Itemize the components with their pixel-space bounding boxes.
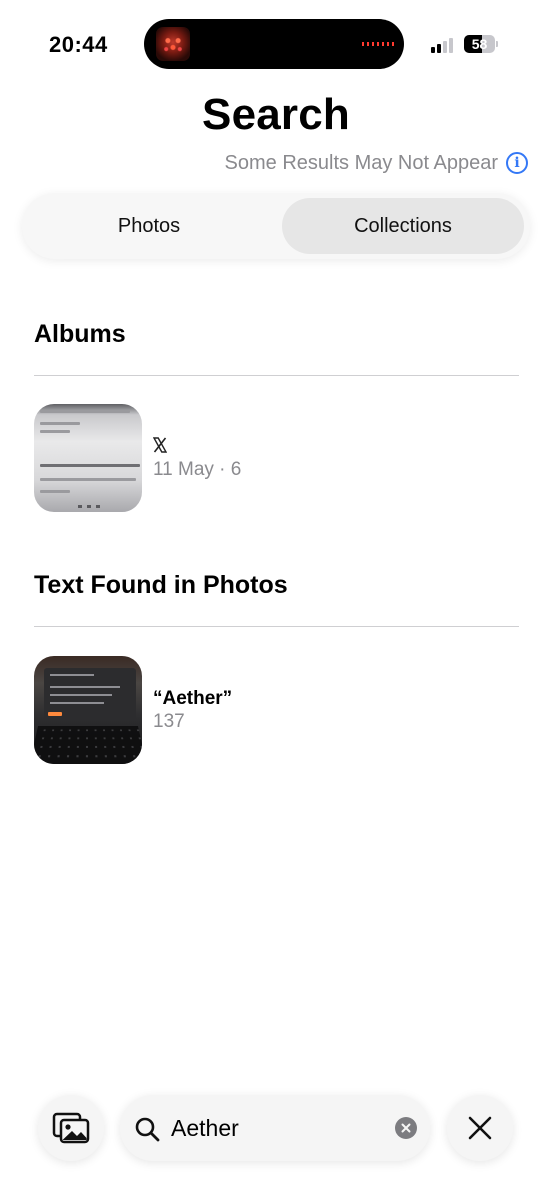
text-found-divider: [34, 626, 519, 627]
photo-library-icon: [52, 1112, 90, 1144]
search-field[interactable]: Aether: [120, 1095, 430, 1161]
search-icon: [135, 1117, 160, 1142]
album-thumbnail[interactable]: [34, 404, 142, 512]
text-found-title[interactable]: “Aether”: [153, 688, 232, 710]
page-title: Search: [202, 90, 350, 139]
text-found-thumbnail[interactable]: [34, 656, 142, 764]
cellular-signal-icon: [431, 37, 457, 53]
library-button[interactable]: [38, 1095, 104, 1161]
tab-collections[interactable]: Collections: [282, 198, 524, 254]
info-icon[interactable]: i: [506, 152, 528, 174]
albums-divider: [34, 375, 519, 376]
text-found-count: 137: [153, 711, 185, 732]
close-icon: [468, 1116, 492, 1140]
scope-segmented-control: Photos Collections: [22, 193, 530, 259]
search-input[interactable]: Aether: [171, 1115, 239, 1142]
close-search-button[interactable]: [447, 1095, 513, 1161]
battery-percent: 58: [471, 36, 488, 52]
live-activity-thumbnail: [156, 27, 190, 61]
clear-search-icon[interactable]: [395, 1117, 417, 1139]
live-activity-indicator: [362, 42, 394, 46]
battery-icon: 58: [464, 35, 498, 53]
albums-heading: Albums: [34, 320, 126, 348]
album-meta[interactable]: 11 May · 6: [153, 459, 241, 481]
tab-photos[interactable]: Photos: [28, 198, 270, 254]
status-time: 20:44: [49, 32, 108, 57]
x-logo-icon: [153, 437, 167, 453]
text-found-heading: Text Found in Photos: [34, 571, 288, 599]
dynamic-island[interactable]: [144, 19, 404, 69]
results-notice-text: Some Results May Not Appear: [224, 151, 498, 174]
results-notice[interactable]: Some Results May Not Appear i: [225, 150, 528, 176]
